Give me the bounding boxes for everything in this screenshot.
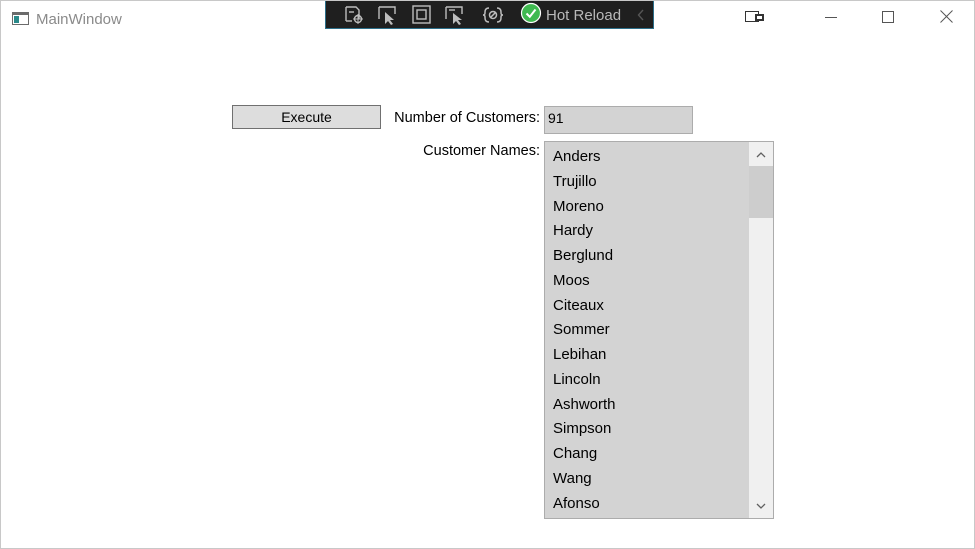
chevron-up-icon — [756, 145, 766, 163]
chevron-left-icon[interactable] — [634, 5, 648, 25]
close-icon — [939, 10, 953, 28]
device-window-button[interactable] — [727, 1, 783, 37]
wpf-window-icon — [12, 12, 29, 25]
customer-count-field[interactable]: 91 — [544, 106, 693, 134]
scrollbar-thumb[interactable] — [749, 166, 773, 218]
customer-names-list[interactable]: Anders Trujillo Moreno Hardy Berglund Moos Cit… — [544, 141, 774, 519]
list-item[interactable]: Berglund — [545, 244, 749, 269]
list-item[interactable]: Simpson — [545, 417, 749, 442]
window-title: MainWindow — [36, 11, 122, 28]
display-layout-adorners-icon[interactable] — [411, 5, 433, 25]
scroll-up-button[interactable] — [749, 142, 773, 166]
live-visual-tree-icon[interactable] — [343, 5, 365, 25]
xaml-debug-toolbar: Hot Reload — [325, 1, 654, 29]
list-item[interactable]: Trujillo — [545, 170, 749, 195]
execute-button[interactable]: Execute — [232, 105, 381, 129]
list-item[interactable]: Afonso — [545, 492, 749, 517]
list-item[interactable]: Sommer — [545, 318, 749, 343]
list-item[interactable]: Lincoln — [545, 368, 749, 393]
minimize-icon — [825, 10, 837, 28]
track-focus-icon[interactable] — [444, 5, 466, 25]
hot-reload-label: Hot Reload — [546, 6, 622, 24]
chevron-down-icon — [756, 497, 766, 515]
checkmark-circle-icon — [520, 2, 542, 29]
close-button[interactable] — [918, 1, 974, 37]
maximize-icon — [882, 10, 894, 28]
list-item[interactable]: Moos — [545, 269, 749, 294]
customer-names-label: Customer Names: — [423, 143, 540, 159]
list-item[interactable]: Chang — [545, 442, 749, 467]
list-item[interactable]: Anders — [545, 145, 749, 170]
list-item[interactable]: Ashworth — [545, 393, 749, 418]
device-window-icon — [745, 10, 765, 28]
list-item[interactable]: Moreno — [545, 195, 749, 220]
minimize-button[interactable] — [803, 1, 859, 37]
list-item[interactable]: Citeaux — [545, 294, 749, 319]
hot-reload-button[interactable]: Hot Reload — [520, 2, 622, 29]
vertical-scrollbar[interactable] — [749, 142, 773, 518]
scroll-down-button[interactable] — [749, 494, 773, 518]
binding-failures-icon[interactable] — [482, 5, 504, 25]
select-element-icon[interactable] — [377, 5, 399, 25]
list-item[interactable]: Lebihan — [545, 343, 749, 368]
customer-count-label: Number of Customers: — [394, 110, 540, 126]
maximize-button[interactable] — [860, 1, 916, 37]
main-window: MainWindow Hot Reload Execute Number of … — [0, 0, 975, 549]
list-item[interactable]: Wang — [545, 467, 749, 492]
customer-names-items: Anders Trujillo Moreno Hardy Berglund Moos Cit… — [545, 145, 749, 516]
list-item[interactable]: Hardy — [545, 219, 749, 244]
